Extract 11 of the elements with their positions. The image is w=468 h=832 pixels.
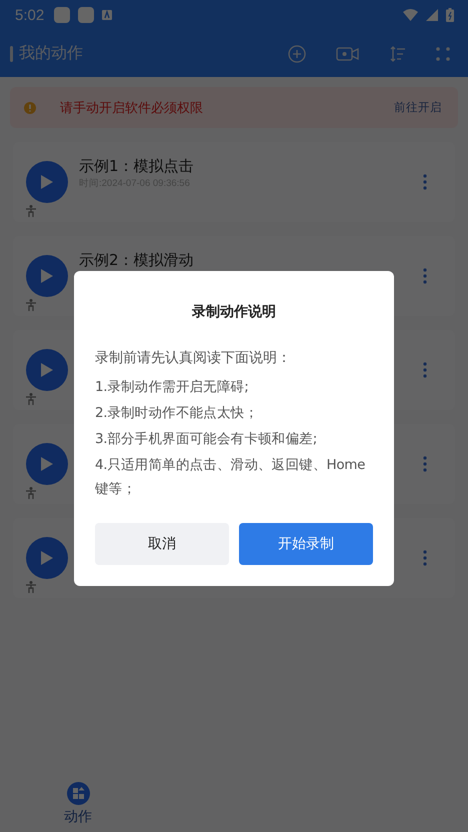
instruction-step: 3.部分手机界面可能会有卡顿和偏差;: [95, 427, 373, 451]
page-title: 我的动作: [19, 43, 84, 64]
instruction-step: 4.只适用简单的点击、滑动、返回键、Home键等；: [95, 453, 373, 501]
instruction-step: 2.录制时动作不能点太快；: [95, 401, 373, 425]
instruction-step: 1.录制动作需开启无障碍;: [95, 375, 373, 399]
action-title: 示例1：模拟点击: [79, 157, 195, 176]
dialog-title: 录制动作说明: [191, 303, 277, 321]
permission-message: 请手动开启软件必须权限: [60, 100, 204, 116]
dialog-intro: 录制前请先认真阅读下面说明：: [95, 349, 292, 367]
action-title: 示例2：模拟滑动: [79, 251, 195, 270]
status-time: 5:02: [15, 6, 44, 24]
